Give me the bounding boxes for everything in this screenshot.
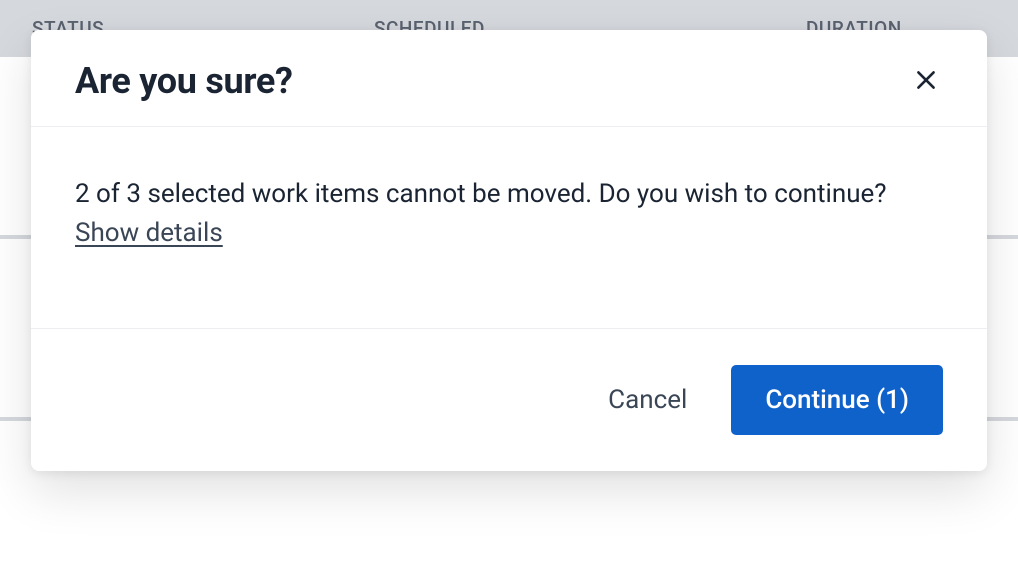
modal-title: Are you sure? (75, 60, 293, 102)
close-button[interactable] (909, 63, 943, 100)
modal-footer: Cancel Continue (1) (31, 329, 987, 471)
modal-header: Are you sure? (31, 30, 987, 127)
close-icon (913, 67, 939, 96)
continue-button[interactable]: Continue (1) (731, 365, 943, 435)
modal-overlay: Are you sure? 2 of 3 selected work items… (0, 0, 1018, 572)
show-details-link[interactable]: Show details (75, 218, 223, 248)
confirm-modal: Are you sure? 2 of 3 selected work items… (31, 30, 987, 471)
modal-message: 2 of 3 selected work items cannot be mov… (75, 175, 943, 214)
cancel-button[interactable]: Cancel (604, 377, 691, 423)
modal-body: 2 of 3 selected work items cannot be mov… (31, 127, 987, 329)
